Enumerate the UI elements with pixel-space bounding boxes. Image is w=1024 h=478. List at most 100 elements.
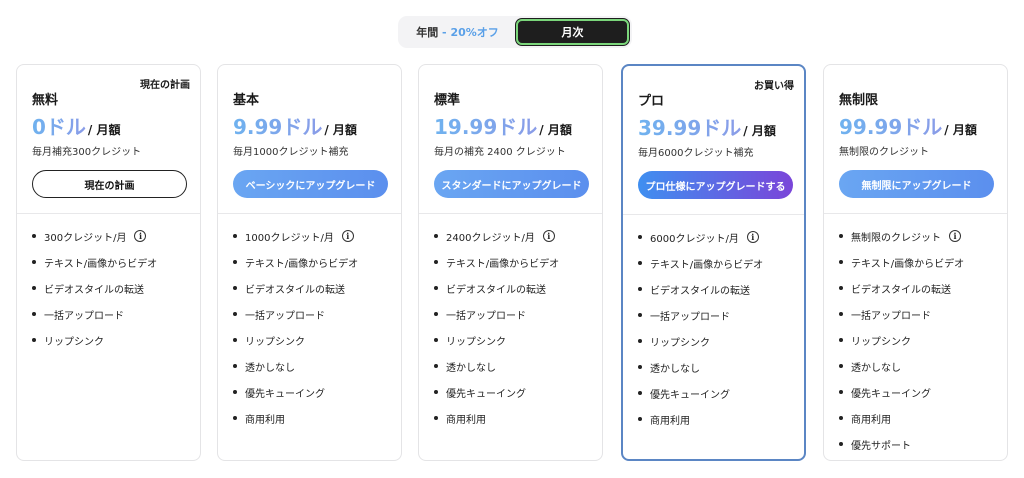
- feature-label: リップシンク: [650, 337, 710, 349]
- toggle-monthly-label: 月次: [561, 26, 584, 39]
- feature-list: 無制限のクレジット i テキスト/画像からビデオ ビデオスタイルの転送 一括アップ…: [839, 223, 964, 457]
- feature-item: リップシンク: [233, 327, 358, 353]
- feature-label: 優先キューイング: [245, 388, 325, 400]
- upgrade-standard-button[interactable]: スタンダードにアップグレード: [434, 170, 589, 198]
- bullet: [638, 261, 642, 265]
- info-icon[interactable]: i: [746, 231, 759, 243]
- plan-price: 0ドル / 月額: [32, 111, 120, 140]
- plan-price: 39.99ドル / 月額: [638, 112, 776, 141]
- feature-label: テキスト/画像からビデオ: [245, 258, 359, 270]
- feature-label: テキスト/画像からビデオ: [851, 258, 965, 270]
- bullet: [839, 442, 843, 446]
- bullet: [638, 287, 642, 291]
- feature-item: 商用利用: [434, 405, 559, 431]
- feature-item: 商用利用: [839, 405, 964, 431]
- price-amount: 39.99ドル: [638, 112, 741, 141]
- plan-price: 99.99ドル / 月額: [839, 111, 977, 140]
- feature-item: 優先キューイング: [839, 379, 964, 405]
- plan-card-free: 現在の計画 無料 0ドル / 月額 毎月補充300クレジット 現在の計画 300…: [16, 64, 201, 461]
- feature-label: 300クレジット/月: [44, 232, 127, 244]
- feature-label: リップシンク: [851, 336, 911, 348]
- info-icon[interactable]: i: [542, 230, 555, 242]
- feature-label: 6000クレジット/月: [650, 233, 739, 245]
- feature-label: 一括アップロード: [650, 311, 730, 323]
- bullet: [839, 312, 843, 316]
- feature-label: 一括アップロード: [851, 310, 931, 322]
- bullet: [434, 390, 438, 394]
- bullet: [434, 286, 438, 290]
- bullet: [638, 313, 642, 317]
- plan-name: 無料: [32, 93, 59, 108]
- bullet: [434, 416, 438, 420]
- bullet: [32, 286, 36, 290]
- feature-list: 300クレジット/月 i テキスト/画像からビデオ ビデオスタイルの転送 一括アッ…: [32, 223, 157, 353]
- plan-credits: 毎月の補充 2400 クレジット: [434, 147, 566, 158]
- toggle-annual[interactable]: 年間 - 20%オフ: [400, 18, 515, 46]
- feature-label: テキスト/画像からビデオ: [650, 259, 764, 271]
- feature-label: 無制限のクレジット: [851, 232, 941, 244]
- bullet: [32, 338, 36, 342]
- price-amount: 19.99ドル: [434, 111, 537, 140]
- divider: [623, 214, 804, 215]
- feature-item: 優先キューイング: [233, 379, 358, 405]
- feature-label: 透かしなし: [446, 362, 496, 374]
- info-icon[interactable]: i: [134, 230, 147, 242]
- bullet: [434, 312, 438, 316]
- feature-item: 一括アップロード: [638, 302, 763, 328]
- upgrade-pro-button[interactable]: プロ仕様にアップグレードする: [638, 171, 793, 199]
- feature-item: ビデオスタイルの転送: [233, 275, 358, 301]
- bullet: [233, 286, 237, 290]
- upgrade-basic-button[interactable]: ベーシックにアップグレード: [233, 170, 388, 198]
- feature-label: 商用利用: [851, 414, 891, 426]
- feature-item: テキスト/画像からビデオ: [839, 249, 964, 275]
- feature-label: ビデオスタイルの転送: [44, 284, 144, 296]
- info-icon[interactable]: i: [949, 230, 961, 242]
- price-period: / 月額: [743, 124, 776, 138]
- price-amount: 99.99ドル: [839, 111, 942, 140]
- plan-name: 標準: [434, 93, 461, 108]
- plan-price: 19.99ドル / 月額: [434, 111, 572, 140]
- divider: [824, 213, 1007, 214]
- feature-list: 6000クレジット/月 i テキスト/画像からビデオ ビデオスタイルの転送 一括ア…: [638, 224, 763, 432]
- feature-item: 300クレジット/月 i: [32, 223, 157, 249]
- plan-name: 無制限: [839, 93, 879, 108]
- bullet: [638, 391, 642, 395]
- bullet: [839, 364, 843, 368]
- bullet: [233, 260, 237, 264]
- feature-item: ビデオスタイルの転送: [434, 275, 559, 301]
- current-plan-button[interactable]: 現在の計画: [32, 170, 187, 198]
- toggle-monthly[interactable]: 月次: [515, 18, 630, 46]
- feature-item: 透かしなし: [233, 353, 358, 379]
- price-period: / 月額: [944, 123, 977, 137]
- feature-item: リップシンク: [839, 327, 964, 353]
- bullet: [233, 338, 237, 342]
- toggle-annual-discount: 20%オフ: [450, 26, 499, 39]
- plan-credits: 毎月1000クレジット補充: [233, 147, 349, 158]
- bullet: [434, 234, 438, 238]
- feature-label: 商用利用: [245, 414, 285, 426]
- plan-name: 基本: [233, 93, 260, 108]
- bullet: [233, 312, 237, 316]
- plan-card-basic: 基本 9.99ドル / 月額 毎月1000クレジット補充 ベーシックにアップグレ…: [217, 64, 402, 461]
- upgrade-unlimited-button[interactable]: 無制限にアップグレード: [839, 170, 994, 198]
- feature-label: ビデオスタイルの転送: [851, 284, 951, 296]
- bullet: [233, 234, 237, 238]
- divider: [17, 213, 200, 214]
- feature-label: 優先キューイング: [851, 388, 931, 400]
- bullet: [32, 234, 36, 238]
- feature-label: テキスト/画像からビデオ: [446, 258, 560, 270]
- bullet: [638, 365, 642, 369]
- info-icon[interactable]: i: [341, 230, 354, 242]
- feature-label: 優先キューイング: [446, 388, 526, 400]
- feature-item: 無制限のクレジット i: [839, 223, 964, 249]
- bullet: [32, 260, 36, 264]
- toggle-annual-label: 年間: [416, 26, 439, 39]
- feature-item: リップシンク: [434, 327, 559, 353]
- plan-price: 9.99ドル / 月額: [233, 111, 357, 140]
- feature-label: リップシンク: [245, 336, 305, 348]
- feature-label: 透かしなし: [650, 363, 700, 375]
- bullet: [839, 234, 843, 238]
- feature-item: 優先キューイング: [638, 380, 763, 406]
- feature-item: 商用利用: [638, 406, 763, 432]
- plan-credits: 毎月6000クレジット補充: [638, 148, 754, 159]
